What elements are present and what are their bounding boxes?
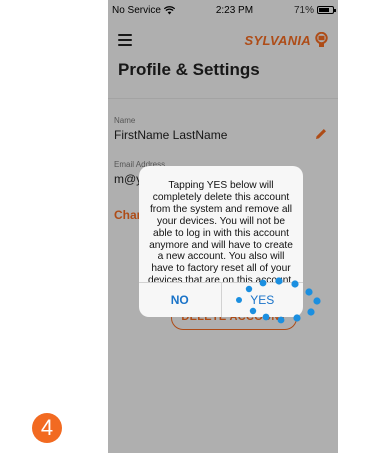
no-button[interactable]: NO xyxy=(139,283,222,317)
step-number-badge: 4 xyxy=(32,413,62,443)
phone-screen: No Service 2:23 PM 71% SYLVANIA Profile xyxy=(108,0,338,453)
dialog-message: Tapping YES below will completely delete… xyxy=(147,180,295,287)
delete-confirm-dialog: Tapping YES below will completely delete… xyxy=(139,166,303,317)
yes-button[interactable]: YES xyxy=(222,283,304,317)
dialog-button-row: NO YES xyxy=(139,282,303,317)
